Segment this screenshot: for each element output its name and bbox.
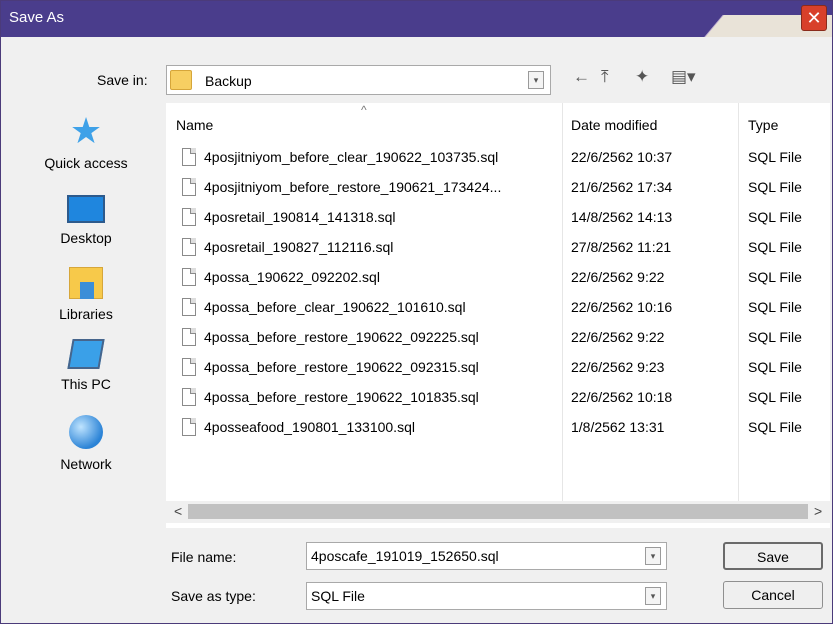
file-type: SQL File (748, 299, 802, 315)
this-pc-icon (67, 339, 105, 369)
file-name: 4posseafood_190801_133100.sql (204, 419, 415, 435)
file-row[interactable]: 4posretail_190827_112116.sql 27/8/2562 1… (166, 233, 830, 263)
file-name: 4posretail_190827_112116.sql (204, 239, 394, 255)
file-date: 22/6/2562 10:18 (571, 389, 673, 405)
file-name: 4possa_before_restore_190622_101835.sql (204, 389, 479, 405)
file-type: SQL File (748, 269, 802, 285)
file-icon (182, 418, 196, 436)
file-name: 4posjitniyom_before_restore_190621_17342… (204, 179, 502, 195)
column-header-name[interactable]: Name (176, 117, 213, 133)
file-row[interactable]: 4possa_before_restore_190622_092315.sql … (166, 353, 830, 383)
file-row[interactable]: 4possa_before_restore_190622_092225.sql … (166, 323, 830, 353)
save-in-folder: Backup (205, 73, 252, 89)
file-row[interactable]: 4possa_190622_092202.sql 22/6/2562 9:22 … (166, 263, 830, 293)
place-label: Libraries (59, 306, 113, 322)
save-as-dialog: Save As ✕ Save in: Backup ▾ ← ⤒ ✦ ▤▾ ★ Q… (0, 0, 833, 624)
dialog-title: Save As (9, 9, 65, 26)
file-date: 27/8/2562 11:21 (571, 239, 672, 255)
file-icon (182, 298, 196, 316)
chevron-down-icon[interactable]: ▾ (528, 71, 544, 89)
place-quick-access[interactable]: ★ Quick access (11, 110, 161, 172)
chevron-down-icon[interactable]: ▾ (645, 587, 661, 605)
scroll-left-icon[interactable]: < (174, 503, 182, 519)
file-type: SQL File (748, 359, 802, 375)
file-icon (182, 358, 196, 376)
place-this-pc[interactable]: This PC (11, 339, 161, 392)
sort-ascending-icon: ^ (361, 103, 367, 117)
file-type: SQL File (748, 239, 802, 255)
file-name: 4posretail_190814_141318.sql (204, 209, 396, 225)
file-date: 22/6/2562 10:37 (571, 149, 673, 165)
save-button[interactable]: Save (723, 542, 823, 570)
place-libraries[interactable]: Libraries (11, 265, 161, 322)
column-header-type[interactable]: Type (748, 117, 778, 133)
file-row[interactable]: 4possa_before_restore_190622_101835.sql … (166, 383, 830, 413)
file-row[interactable]: 4posjitniyom_before_clear_190622_103735.… (166, 143, 830, 173)
file-date: 1/8/2562 13:31 (571, 419, 665, 435)
file-name-field[interactable]: 4poscafe_191019_152650.sql ▾ (306, 542, 667, 570)
file-date: 21/6/2562 17:34 (571, 179, 673, 195)
chevron-down-icon[interactable]: ▾ (645, 547, 661, 565)
close-icon: ✕ (806, 8, 822, 28)
file-icon (182, 148, 196, 166)
place-label: Desktop (60, 230, 112, 246)
save-as-type-value: SQL File (311, 588, 365, 604)
file-row[interactable]: 4possa_before_clear_190622_101610.sql 22… (166, 293, 830, 323)
file-name: 4possa_before_restore_190622_092315.sql (204, 359, 479, 375)
file-icon (182, 178, 196, 196)
file-row[interactable]: 4posseafood_190801_133100.sql 1/8/2562 1… (166, 413, 830, 443)
place-label: This PC (61, 376, 111, 392)
file-icon (182, 388, 196, 406)
file-icon (182, 238, 196, 256)
column-header-date[interactable]: Date modified (571, 117, 657, 133)
file-name: 4possa_before_restore_190622_092225.sql (204, 329, 479, 345)
file-name-value[interactable]: 4poscafe_191019_152650.sql (311, 548, 499, 564)
file-date: 22/6/2562 9:23 (571, 359, 665, 375)
file-list[interactable]: ^ Name Date modified Type 4posjitniyom_b… (166, 103, 830, 528)
file-name: 4possa_190622_092202.sql (204, 269, 380, 285)
file-row[interactable]: 4posjitniyom_before_restore_190621_17342… (166, 173, 830, 203)
save-as-type-dropdown[interactable]: SQL File ▾ (306, 582, 667, 610)
file-type: SQL File (748, 209, 802, 225)
close-button[interactable]: ✕ (801, 5, 827, 31)
place-desktop[interactable]: Desktop (11, 191, 161, 246)
file-date: 14/8/2562 14:13 (571, 209, 673, 225)
file-name: 4posjitniyom_before_clear_190622_103735.… (204, 149, 499, 165)
network-icon (69, 415, 103, 449)
file-row[interactable]: 4posretail_190814_141318.sql 14/8/2562 1… (166, 203, 830, 233)
file-type: SQL File (748, 419, 802, 435)
place-label: Quick access (44, 155, 128, 171)
save-in-label: Save in: (97, 72, 148, 88)
back-icon[interactable]: ← (573, 67, 590, 87)
desktop-icon (67, 195, 105, 223)
file-date: 22/6/2562 9:22 (571, 329, 665, 345)
file-type: SQL File (748, 149, 802, 165)
place-label: Network (60, 456, 112, 472)
file-type: SQL File (748, 389, 802, 405)
places-bar: ★ Quick access Desktop Libraries This PC… (11, 103, 161, 503)
file-name: 4possa_before_clear_190622_101610.sql (204, 299, 466, 315)
folder-icon (170, 70, 192, 90)
file-type: SQL File (748, 329, 802, 345)
scroll-right-icon[interactable]: > (814, 503, 822, 519)
file-date: 22/6/2562 9:22 (571, 269, 665, 285)
file-date: 22/6/2562 10:16 (571, 299, 673, 315)
up-folder-icon[interactable]: ⤒ (601, 67, 609, 87)
save-as-type-label: Save as type: (171, 588, 256, 604)
file-name-label: File name: (171, 549, 237, 565)
view-menu-icon[interactable]: ▤▾ (671, 67, 696, 87)
libraries-icon (69, 267, 103, 299)
cancel-button[interactable]: Cancel (723, 581, 823, 609)
scrollbar-thumb[interactable] (188, 504, 808, 519)
title-bar[interactable]: Save As ✕ (1, 1, 832, 37)
save-in-dropdown[interactable]: Backup ▾ (166, 65, 551, 95)
file-type: SQL File (748, 179, 802, 195)
new-folder-icon[interactable]: ✦ (635, 67, 649, 87)
quick-access-icon: ★ (69, 110, 103, 151)
file-icon (182, 328, 196, 346)
place-network[interactable]: Network (11, 415, 161, 472)
file-icon (182, 268, 196, 286)
horizontal-scrollbar[interactable]: < > (166, 501, 830, 523)
file-icon (182, 208, 196, 226)
